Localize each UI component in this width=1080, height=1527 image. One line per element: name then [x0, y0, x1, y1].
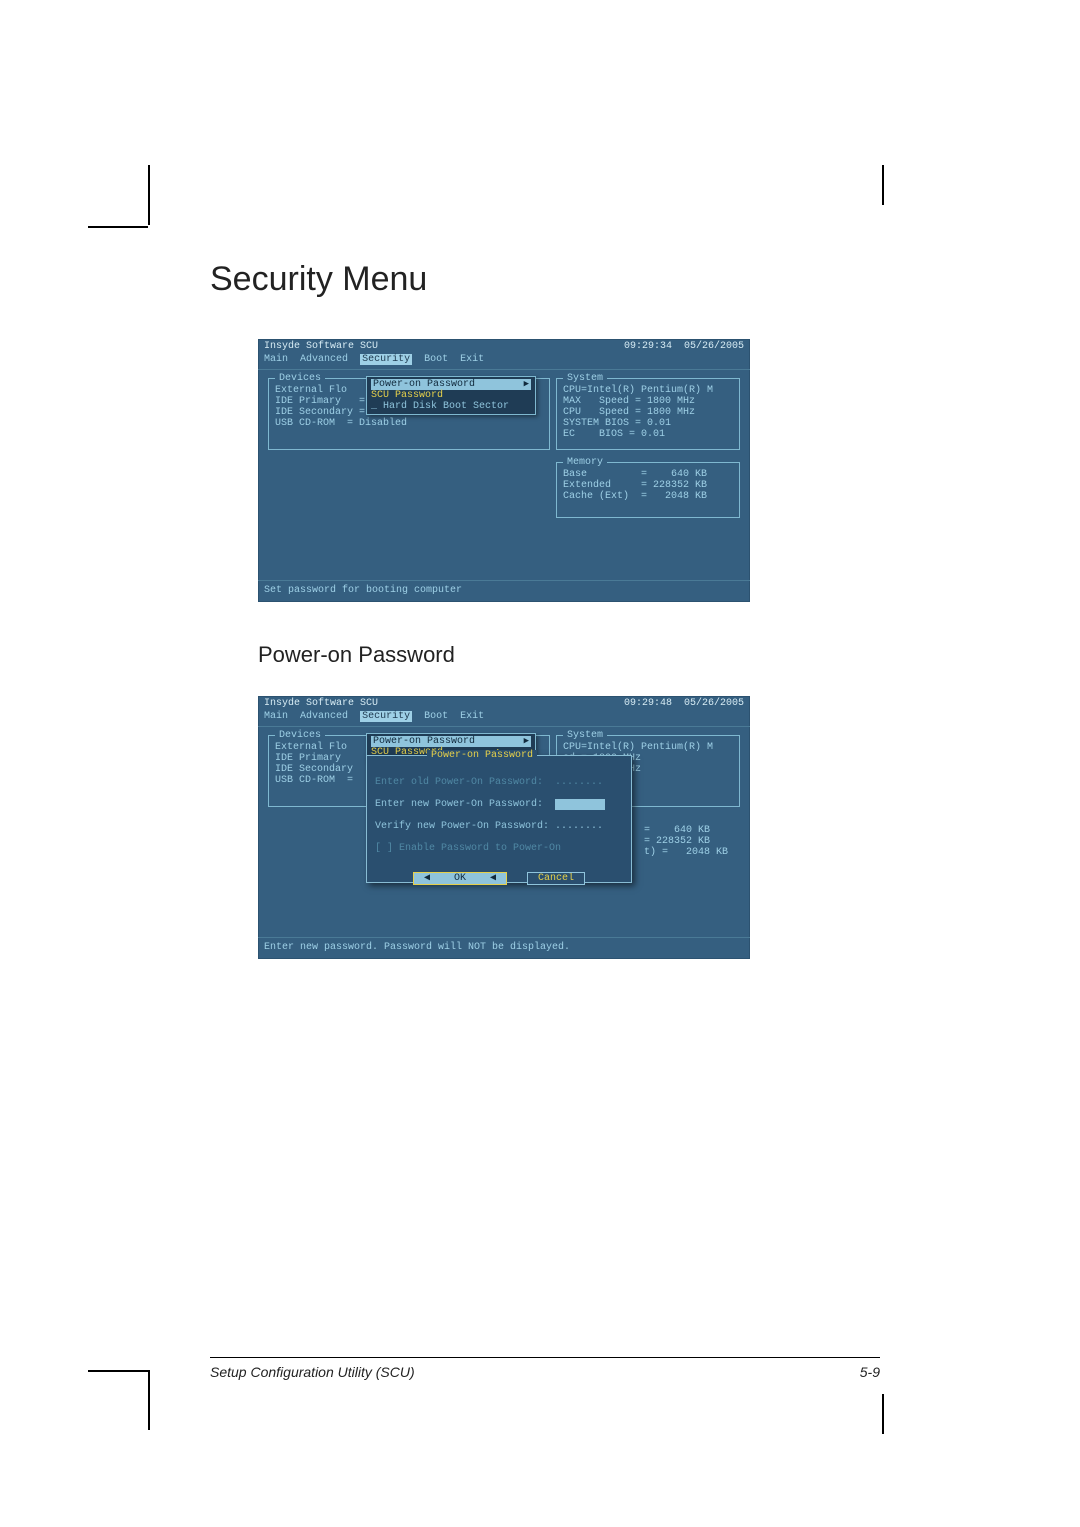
verify-password-row[interactable]: Verify new Power-On Password: ........ [375, 821, 603, 832]
chevron-right-icon: ▶ [524, 379, 529, 390]
menu-boot[interactable]: Boot [424, 711, 448, 722]
bios-date: 05/26/2005 [684, 341, 744, 352]
crop-mark [882, 165, 884, 205]
menu-security[interactable]: Security [360, 354, 412, 365]
page-title: Security Menu [210, 260, 880, 299]
footer-rule [210, 1357, 880, 1358]
devices-legend: Devices [275, 373, 325, 384]
ok-button-label: OK [444, 873, 476, 884]
submenu-item-label: Power-on Password [373, 736, 475, 747]
bios-clock: 09:29:34 05/26/2005 [624, 341, 744, 352]
bios-screenshot-poweron-password: Insyde Software SCU 09:29:48 05/26/2005 … [258, 696, 750, 959]
bios-time: 09:29:34 [624, 341, 672, 352]
system-rows: CPU=Intel(R) Pentium(R) M MAX Speed = 18… [557, 379, 739, 444]
chevron-right-icon: ▶ [524, 736, 529, 747]
bios-help-line: Enter new password. Password will NOT be… [258, 937, 750, 959]
menu-advanced[interactable]: Advanced [300, 354, 348, 365]
footer-left: Setup Configuration Utility (SCU) [210, 1364, 415, 1380]
crop-mark [148, 165, 150, 225]
submenu-item-label: Hard Disk Boot Sector [383, 401, 509, 412]
memory-legend: Memory [563, 457, 607, 468]
bios-clock: 09:29:48 05/26/2005 [624, 698, 744, 709]
system-panel: System CPU=Intel(R) Pentium(R) M MAX Spe… [556, 378, 740, 450]
menu-advanced[interactable]: Advanced [300, 711, 348, 722]
new-password-input[interactable]: ........ [555, 799, 605, 810]
memory-panel: Memory Base = 640 KB Extended = 228352 K… [556, 462, 740, 518]
crop-mark [88, 1370, 148, 1372]
submenu-poweron-password[interactable]: Power-on Password ▶ [371, 736, 531, 747]
new-password-label: Enter new Power-On Password: [375, 799, 555, 810]
menu-security[interactable]: Security [360, 711, 412, 722]
poweron-password-dialog: Power-on Password Enter old Power-On Pas… [366, 755, 632, 883]
bios-screenshot-security-menu: Insyde Software SCU 09:29:34 05/26/2005 … [258, 339, 750, 602]
submenu-hdd-boot-sector[interactable]: _ Hard Disk Boot Sector [371, 401, 531, 412]
menu-main[interactable]: Main [264, 354, 288, 365]
bios-title: Insyde Software SCU [264, 341, 378, 352]
bios-menu-bar: Main Advanced Security Boot Exit [258, 710, 750, 726]
bios-time: 09:29:48 [624, 698, 672, 709]
bios-menu-bar: Main Advanced Security Boot Exit [258, 353, 750, 369]
bios-title: Insyde Software SCU [264, 698, 378, 709]
old-password-row: Enter old Power-On Password: ........ [375, 777, 603, 788]
memory-rows: Base = 640 KB Extended = 228352 KB Cache… [557, 463, 739, 506]
system-legend: System [563, 730, 607, 741]
devices-legend: Devices [275, 730, 325, 741]
memory-rows-partial: = 640 KB = 228352 KB t) = 2048 KB [644, 825, 728, 858]
system-legend: System [563, 373, 607, 384]
bios-date: 05/26/2005 [684, 698, 744, 709]
submenu-scu-password[interactable]: SCU Password [371, 390, 531, 401]
footer-page-number: 5-9 [860, 1364, 880, 1380]
crop-mark [88, 226, 148, 228]
submenu-item-label: Power-on Password [373, 379, 475, 390]
crop-mark [148, 1370, 150, 1430]
menu-main[interactable]: Main [264, 711, 288, 722]
subsection-title: Power-on Password [258, 642, 880, 668]
cancel-button[interactable]: Cancel [528, 873, 584, 884]
dialog-title: Power-on Password [427, 750, 537, 761]
enable-password-checkbox[interactable]: [ ] Enable Password to Power-On [375, 843, 561, 854]
security-submenu[interactable]: Power-on Password ▶ SCU Password _ Hard … [366, 376, 536, 415]
bios-help-line: Set password for booting computer [258, 580, 750, 602]
menu-exit[interactable]: Exit [460, 711, 484, 722]
menu-exit[interactable]: Exit [460, 354, 484, 365]
menu-boot[interactable]: Boot [424, 354, 448, 365]
crop-mark [882, 1394, 884, 1434]
submenu-poweron-password[interactable]: Power-on Password ▶ [371, 379, 531, 390]
ok-button[interactable]: ◀ OK ◀ [414, 873, 506, 884]
